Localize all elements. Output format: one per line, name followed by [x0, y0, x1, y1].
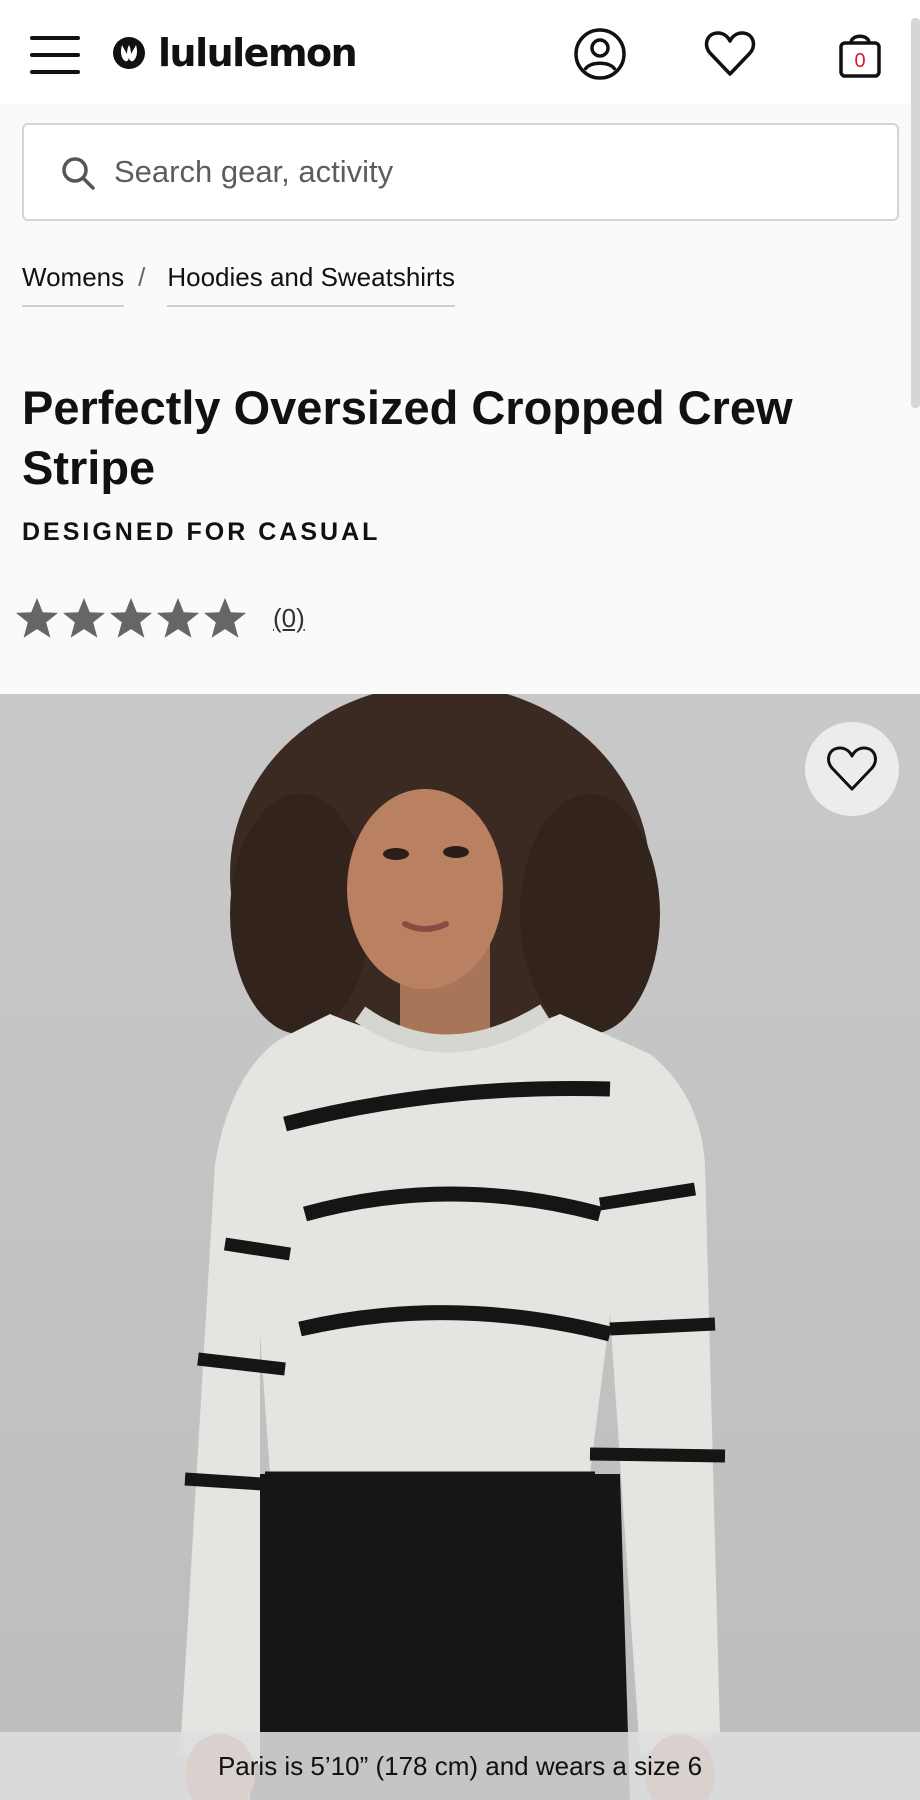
search-bar[interactable] [22, 123, 899, 221]
product-rating: (0) [14, 592, 305, 644]
star-icon [109, 597, 153, 638]
star-icon [62, 597, 106, 638]
heart-icon[interactable] [702, 26, 758, 82]
model-illustration [180, 694, 726, 1800]
search-input[interactable] [114, 125, 874, 219]
review-count-link[interactable]: (0) [273, 603, 305, 634]
heart-icon [827, 746, 877, 791]
page-scrollbar[interactable] [911, 18, 920, 408]
star-icon [203, 597, 247, 638]
lululemon-logo-icon [113, 37, 145, 69]
model-size-caption: Paris is 5’10” (178 cm) and wears a size… [0, 1732, 920, 1800]
breadcrumb-link-hoodies[interactable]: Hoodies and Sweatshirts [167, 262, 455, 307]
hamburger-menu-icon[interactable] [30, 36, 82, 74]
product-title: Perfectly Oversized Cropped Crew Stripe [22, 381, 793, 494]
account-icon[interactable] [572, 26, 628, 82]
search-icon [62, 157, 95, 190]
image-wishlist-button[interactable] [805, 722, 899, 816]
breadcrumb-link-womens[interactable]: Womens [22, 262, 125, 307]
breadcrumb: Womens / Hoodies and Sweatshirts [22, 262, 455, 312]
product-image[interactable] [0, 694, 920, 1800]
star-icon [156, 597, 200, 638]
bag-count-badge: 0 [854, 50, 866, 72]
product-activity-label: DESIGNED FOR CASUAL [22, 518, 381, 546]
breadcrumb-separator: / [138, 262, 146, 292]
brand-name: lululemon [158, 31, 358, 75]
brand-logo[interactable]: lululemon [112, 28, 358, 78]
top-header: lululemon 0 [0, 0, 920, 104]
star-icon [15, 597, 59, 638]
shopping-bag-button[interactable]: 0 [832, 26, 888, 82]
